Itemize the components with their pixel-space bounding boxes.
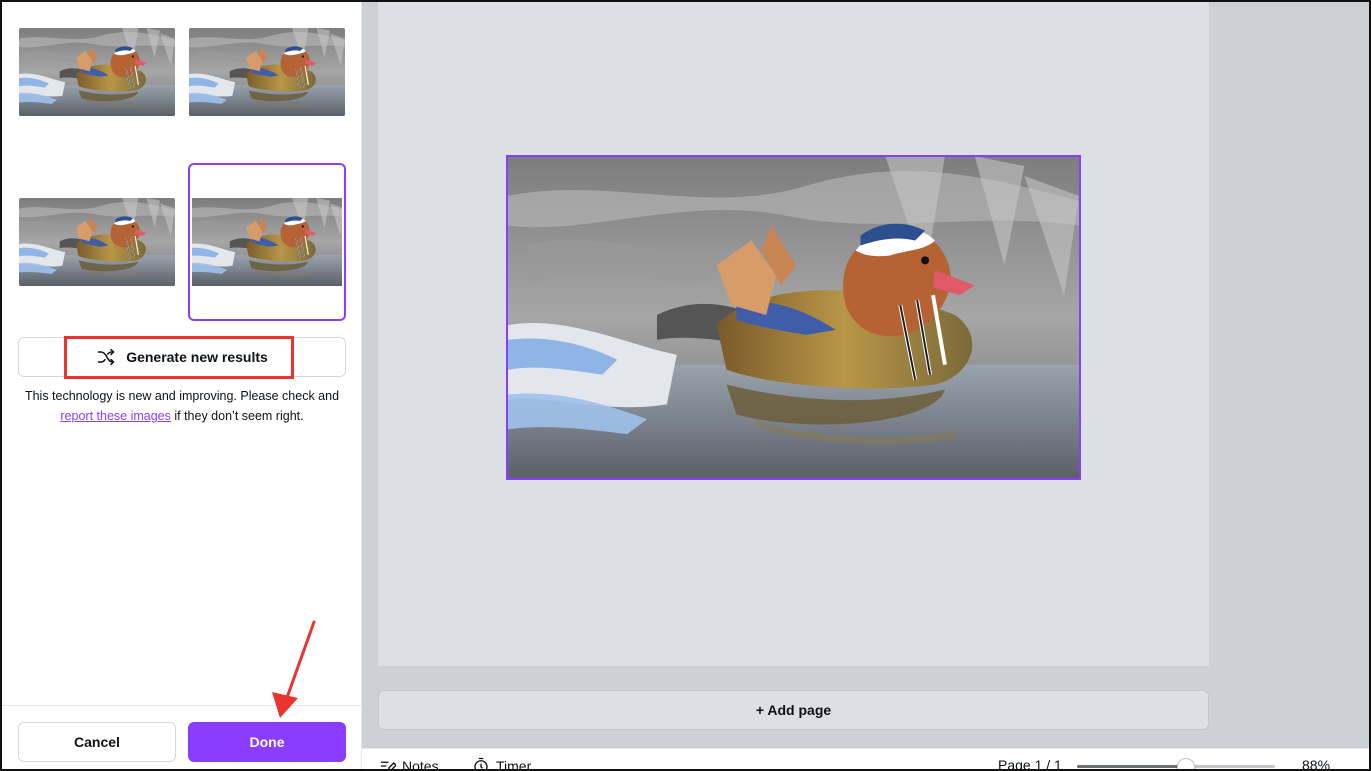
zoom-slider-fill xyxy=(1077,765,1186,768)
cancel-button[interactable]: Cancel xyxy=(18,722,176,762)
duck-result-image xyxy=(19,28,175,116)
page-indicator: Page 1 / 1 xyxy=(998,757,1062,771)
result-thumbnail-1[interactable] xyxy=(19,28,175,116)
results-panel: Generate new results This technology is … xyxy=(0,0,362,771)
result-thumbnail-2[interactable] xyxy=(189,28,345,116)
selected-canvas-image[interactable] xyxy=(506,155,1081,480)
page-indicator-text: Page 1 / 1 xyxy=(998,757,1062,771)
duck-result-image xyxy=(192,198,342,286)
bottom-toolbar: Notes Timer Page 1 / 1 88% xyxy=(362,748,1371,771)
duck-result-image xyxy=(19,198,175,286)
timer-icon xyxy=(474,757,488,771)
annotation-arrow xyxy=(272,620,316,718)
canvas-workspace: + Add page xyxy=(362,0,1371,748)
duck-canvas-image xyxy=(508,157,1079,478)
generate-button-label: Generate new results xyxy=(126,349,268,365)
zoom-level[interactable]: 88% xyxy=(1302,757,1330,771)
disclaimer-text: This technology is new and improving. Pl… xyxy=(24,389,340,403)
generate-new-results-button[interactable]: Generate new results xyxy=(18,337,346,377)
add-page-button[interactable]: + Add page xyxy=(378,690,1209,730)
duck-result-image xyxy=(189,28,345,116)
zoom-slider[interactable] xyxy=(1077,758,1275,771)
notes-icon xyxy=(381,761,396,771)
shuffle-icon xyxy=(97,348,115,366)
disclaimer-text-end: if they don’t seem right. xyxy=(174,409,304,423)
result-thumbnail-4-selected[interactable] xyxy=(188,163,346,321)
zoom-slider-handle[interactable] xyxy=(1176,758,1195,771)
report-images-link[interactable]: report these images xyxy=(60,409,170,423)
notes-label: Notes xyxy=(402,758,439,771)
result-thumbnail-3[interactable] xyxy=(19,198,175,286)
notes-button[interactable]: Notes xyxy=(378,757,439,771)
footer-divider xyxy=(0,705,362,706)
ai-disclaimer: This technology is new and improving. Pl… xyxy=(10,386,354,426)
zoom-level-text: 88% xyxy=(1302,757,1331,771)
timer-button[interactable]: Timer xyxy=(472,757,531,771)
design-page[interactable] xyxy=(378,0,1209,666)
timer-label: Timer xyxy=(496,758,532,771)
done-button[interactable]: Done xyxy=(188,722,346,762)
